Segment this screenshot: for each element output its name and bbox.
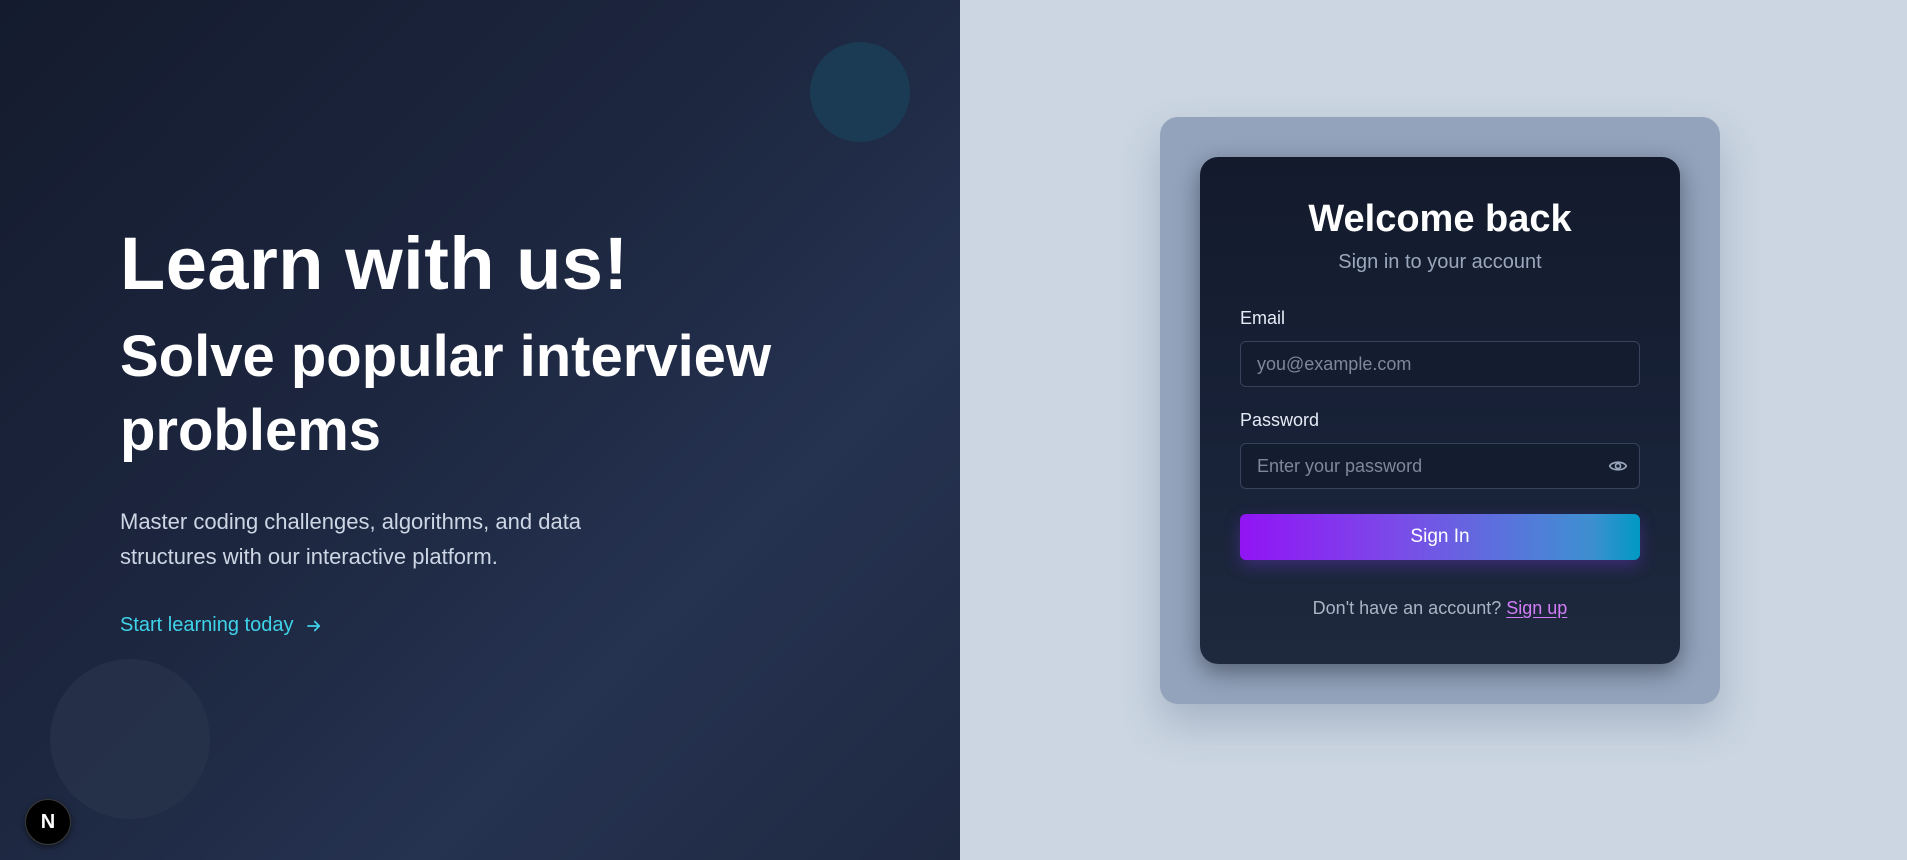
email-label: Email <box>1240 308 1286 328</box>
hero-subtitle: Solve popular interview problems <box>120 324 772 463</box>
hero-panel: Learn with us! Solve popular interview p… <box>0 0 960 860</box>
hero-content: Learn with us! Solve popular interview p… <box>120 222 840 637</box>
card-subtitle: Sign in to your account <box>1338 251 1542 273</box>
password-field-wrapper <box>1240 443 1640 489</box>
sign-in-button[interactable]: Sign In <box>1240 514 1640 560</box>
signup-prompt-line: Don't have an account? Sign up <box>1240 596 1640 620</box>
decorative-circle-top <box>810 42 910 142</box>
password-field[interactable] <box>1240 443 1640 489</box>
arrow-right-icon <box>305 617 323 635</box>
email-field[interactable] <box>1240 341 1640 387</box>
signin-card: Welcome back Sign in to your account Ema… <box>1200 157 1680 664</box>
email-field-wrapper <box>1240 341 1640 387</box>
start-learning-label: Start learning today <box>120 614 294 636</box>
login-page: Learn with us! Solve popular interview p… <box>0 0 1907 860</box>
hero-title: Learn with us! <box>120 222 629 305</box>
signup-prompt: Don't have an account? <box>1312 598 1502 618</box>
start-learning-link[interactable]: Start learning today <box>120 614 323 637</box>
card-title: Welcome back <box>1308 198 1572 240</box>
decorative-circle-bottom <box>50 659 210 819</box>
hero-description: Master coding challenges, algorithms, an… <box>120 509 582 569</box>
nextjs-badge-letter: N <box>40 810 56 833</box>
card-frame: Welcome back Sign in to your account Ema… <box>1160 117 1720 704</box>
password-label: Password <box>1240 410 1320 430</box>
eye-icon[interactable] <box>1606 454 1630 478</box>
nextjs-badge[interactable]: N <box>25 799 71 845</box>
auth-panel: Welcome back Sign in to your account Ema… <box>960 0 1907 860</box>
sign-up-link[interactable]: Sign up <box>1506 598 1567 618</box>
